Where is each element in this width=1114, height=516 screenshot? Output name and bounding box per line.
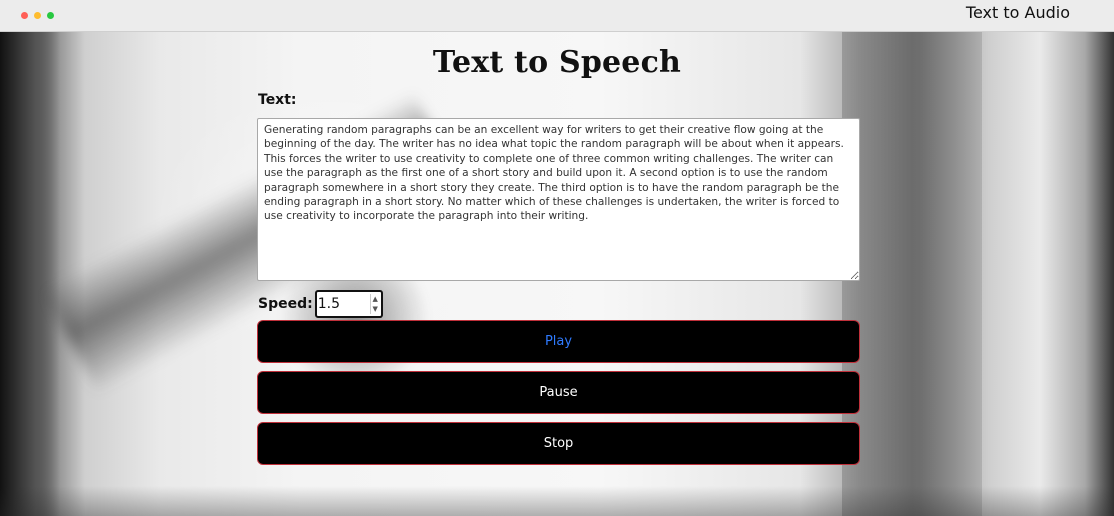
text-input[interactable]: Generating random paragraphs can be an e… [257,118,860,281]
speed-label: Speed: [258,296,313,312]
spinner-up-icon[interactable]: ▲ [373,294,378,304]
pause-button[interactable]: Pause [257,371,860,414]
stop-button[interactable]: Stop [257,422,860,465]
speed-spinner[interactable]: ▲ ▼ [369,294,380,314]
play-button[interactable]: Play [257,320,860,363]
speed-row: Speed: 1.5 ▲ ▼ [258,289,383,319]
minimize-window-icon[interactable] [34,12,41,19]
page-title: Text to Speech [432,45,682,80]
text-label: Text: [258,92,297,108]
speed-input[interactable]: 1.5 ▲ ▼ [314,290,383,318]
maximize-window-icon[interactable] [47,12,54,19]
main-content: Text to Speech Text: Generating random p… [0,32,1114,516]
spinner-down-icon[interactable]: ▼ [373,304,378,314]
window-controls [21,12,54,19]
speed-value: 1.5 [317,296,340,312]
window-title: Text to Audio [965,3,1070,22]
close-window-icon[interactable] [21,12,28,19]
window-title-bar: Text to Audio [0,0,1114,32]
